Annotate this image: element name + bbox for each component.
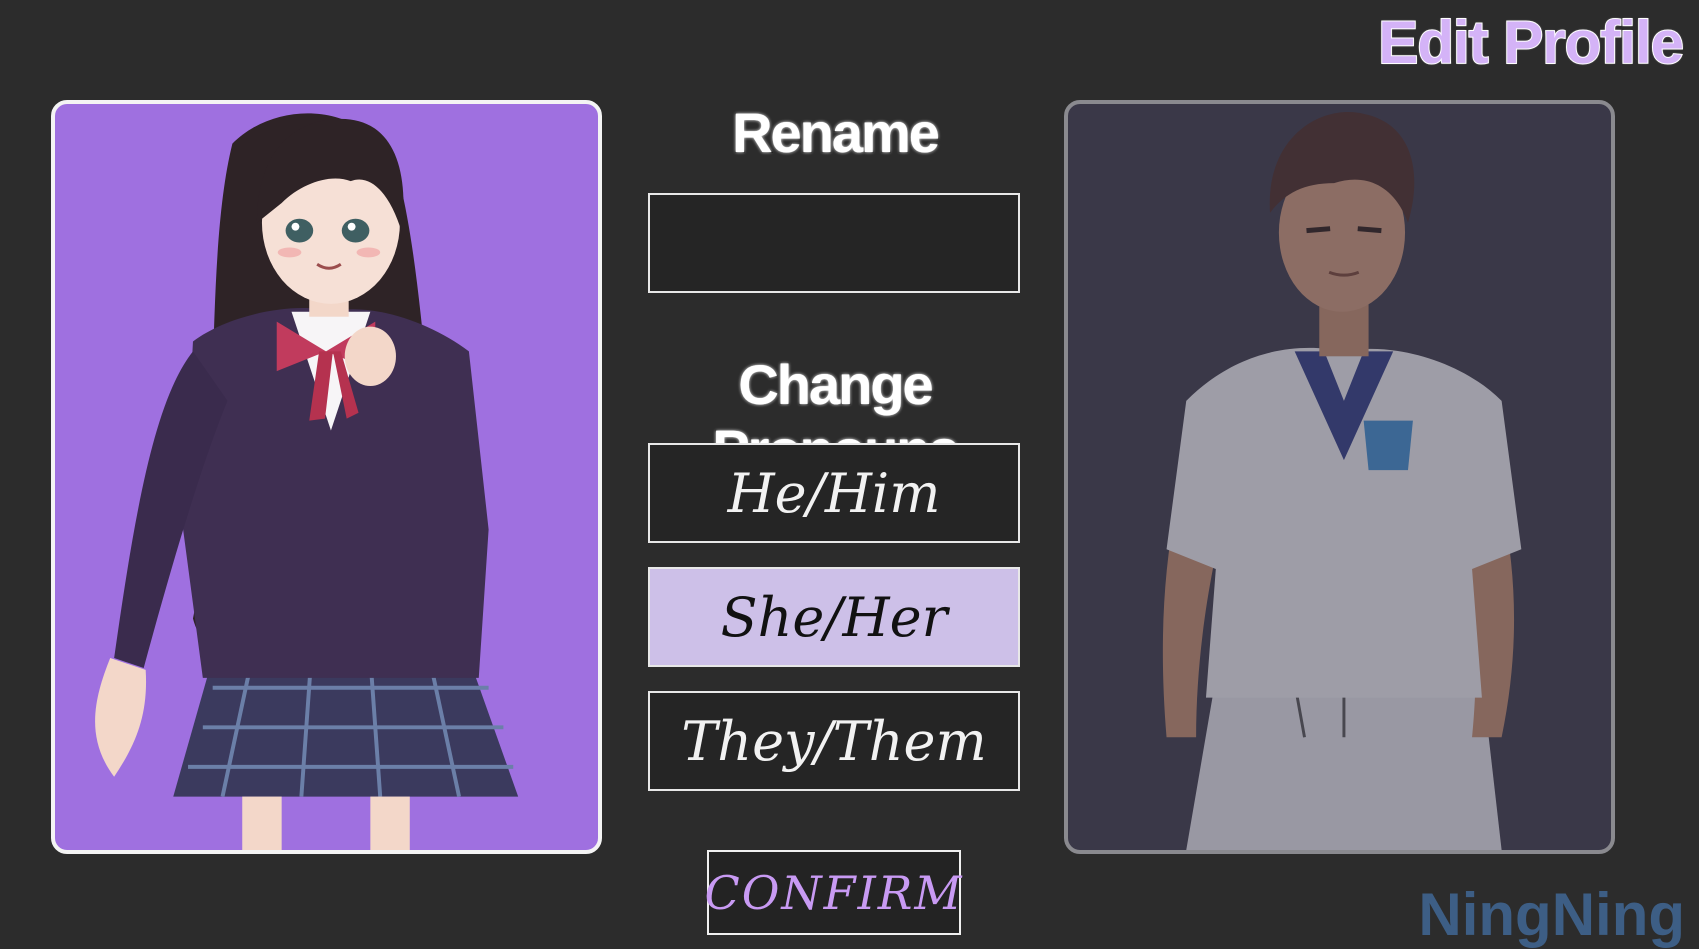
confirm-button[interactable]: CONFIRM [705, 850, 962, 935]
pronoun-option-she-her[interactable]: She/Her [648, 567, 1020, 667]
name-input[interactable] [648, 193, 1020, 293]
pronoun-option-they-them[interactable]: They/Them [648, 691, 1020, 791]
schoolboy-portrait-icon [1162, 112, 1522, 850]
character-card-male[interactable] [1064, 100, 1615, 854]
page-title: Edit Profile [1377, 8, 1685, 77]
pronoun-option-he-him[interactable]: He/Him [648, 443, 1020, 543]
character-card-female[interactable] [51, 100, 602, 854]
watermark-text: NingNing [1418, 881, 1685, 948]
rename-heading: Rename [731, 100, 941, 165]
schoolgirl-portrait-icon [95, 113, 519, 850]
